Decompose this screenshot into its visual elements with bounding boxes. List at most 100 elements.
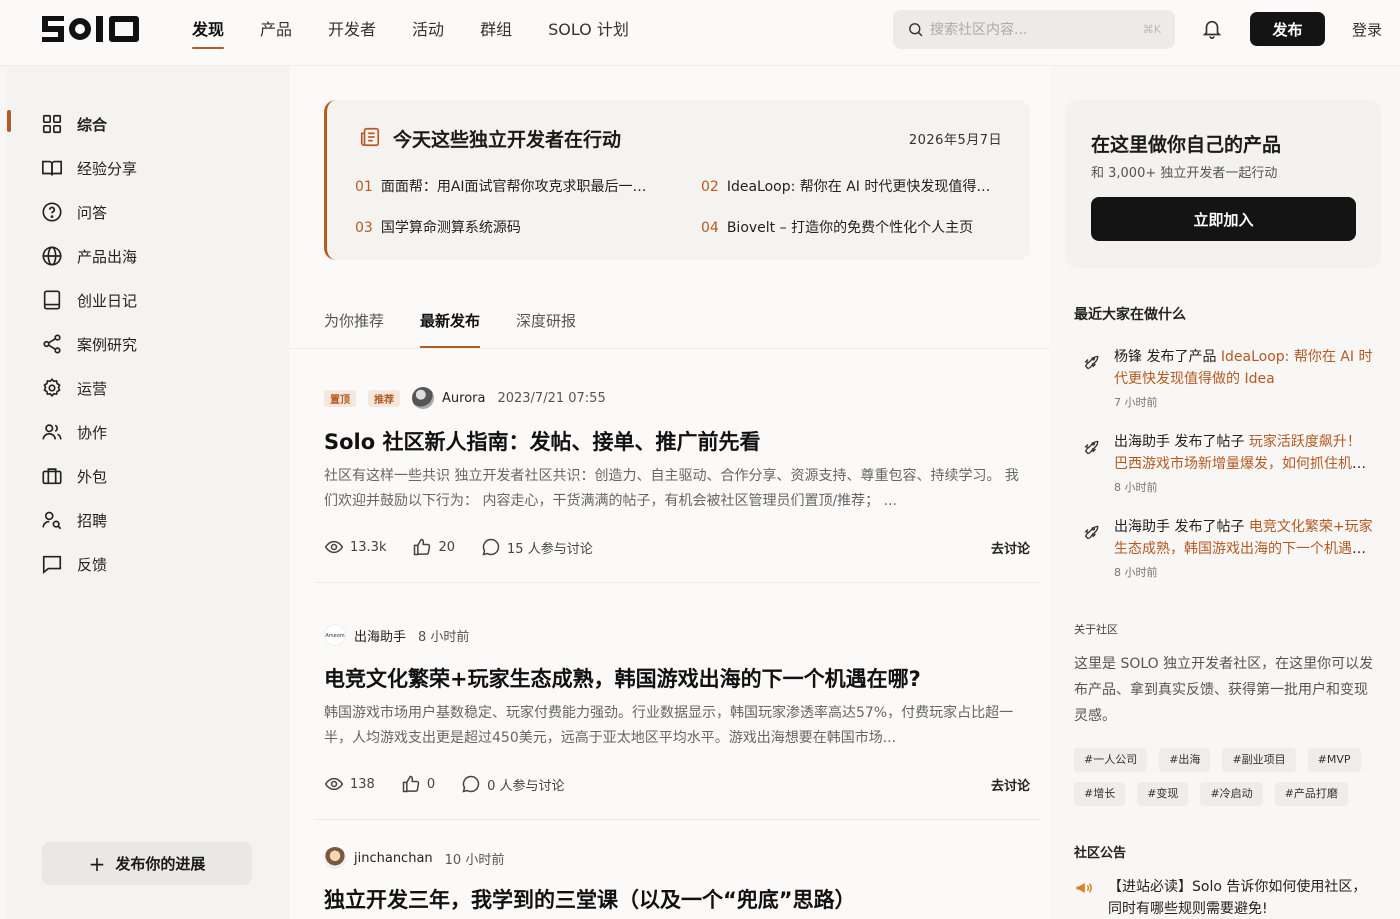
join-title: 在这里做你自己的产品 xyxy=(1091,134,1282,156)
avatar[interactable] xyxy=(324,847,346,869)
tag-chip[interactable]: #变现 xyxy=(1137,782,1189,806)
sidebar-item-diary[interactable]: 创业日记 xyxy=(41,278,137,322)
activity-text: 杨锋 发布了产品 IdeaLoop: 帮你在 AI 时代更快发现值得做的 Ide… xyxy=(1114,349,1373,387)
avatar[interactable] xyxy=(412,387,434,409)
briefcase-icon xyxy=(41,465,63,487)
post-meta: jinchanchan 10 小时前 xyxy=(324,846,1030,870)
highlights-date: 2026年5月7日 xyxy=(908,133,1002,148)
notice-item[interactable]: 【进站必读】Solo 告诉你如何使用社区，同时有哪些规则需要避免! xyxy=(1074,876,1374,919)
tag-chip[interactable]: #产品打磨 xyxy=(1274,782,1348,806)
daily-highlights-card: 今天这些独立开发者在行动 2026年5月7日 01 面面帮：用AI面试官帮你攻克求… xyxy=(324,100,1030,260)
nav-developers[interactable]: 开发者 xyxy=(328,0,376,66)
sidebar-item-label: 创业日记 xyxy=(77,291,138,310)
tag-chip[interactable]: #MVP xyxy=(1307,748,1361,772)
discuss-link[interactable]: 去讨论 xyxy=(991,775,1030,794)
publish-button[interactable]: 发布 xyxy=(1250,12,1325,46)
highlight-item[interactable]: 04 Biovelt – 打造你的免费个性化个人主页 xyxy=(701,217,1001,237)
join-button[interactable]: 立即加入 xyxy=(1091,197,1356,241)
nav-products[interactable]: 产品 xyxy=(260,0,292,66)
activity-item[interactable]: 杨锋 发布了产品 IdeaLoop: 帮你在 AI 时代更快发现值得做的 Ide… xyxy=(1074,346,1374,410)
search-input[interactable] xyxy=(930,21,1143,38)
tag-chip[interactable]: #一人公司 xyxy=(1074,748,1148,772)
sidebar-item-collab[interactable]: 协作 xyxy=(41,410,137,454)
main-feed: 今天这些独立开发者在行动 2026年5月7日 01 面面帮：用AI面试官帮你攻克求… xyxy=(290,66,1050,919)
sidebar-item-label: 招聘 xyxy=(77,511,108,530)
tab-recommended[interactable]: 为你推荐 xyxy=(324,310,384,348)
sidebar-item-global[interactable]: 产品出海 xyxy=(41,234,137,278)
avatar[interactable]: Ameom xyxy=(324,624,346,646)
globe-icon xyxy=(41,245,63,267)
sidebar-item-cases[interactable]: 案例研究 xyxy=(41,322,137,366)
activity-item[interactable]: 出海助手 发布了帖子 玩家活跃度飙升！巴西游戏市场新增量爆发，如何抓住机遇？ 8… xyxy=(1074,431,1374,495)
activity-time: 8 小时前 xyxy=(1114,481,1158,494)
post-author[interactable]: 出海助手 xyxy=(354,626,406,645)
tag-chip[interactable]: #增长 xyxy=(1074,782,1126,806)
highlight-item[interactable]: 02IdeaLoop: 帮你在 AI 时代更快发现值得做的 Idea xyxy=(701,176,1001,196)
nav-discover[interactable]: 发现 xyxy=(192,0,225,66)
post-card[interactable]: Ameom 出海助手 8 小时前 电竞文化繁荣+玩家生态成熟，韩国游戏出海的下一… xyxy=(324,623,1030,795)
tag-cloud: #一人公司 #出海 #副业项目 #MVP #增长 #变现 #冷启动 #产品打磨 xyxy=(1074,748,1374,806)
sidebar-item-feedback[interactable]: 反馈 xyxy=(41,542,137,586)
bell-icon[interactable] xyxy=(1201,18,1223,40)
likes-stat[interactable]: 0 xyxy=(401,774,435,794)
views-stat: 138 xyxy=(324,774,375,794)
rocket-icon xyxy=(1084,355,1099,370)
notebook-icon xyxy=(41,289,63,311)
post-title[interactable]: Solo 社区新人指南：发帖、接单、推广前先看 xyxy=(324,426,1030,456)
message-icon xyxy=(41,553,63,575)
comments-stat[interactable]: 15 人参与讨论 xyxy=(481,537,593,557)
sidebar-item-outsource[interactable]: 外包 xyxy=(41,454,137,498)
tag-chip[interactable]: #冷启动 xyxy=(1200,782,1263,806)
activity-text: 出海助手 发布了帖子 玩家活跃度飙升！巴西游戏市场新增量爆发，如何抓住机遇？ xyxy=(1114,431,1374,475)
post-title[interactable]: 电竞文化繁荣+玩家生态成熟，韩国游戏出海的下一个机遇在哪? xyxy=(324,663,1030,693)
search-box[interactable]: ⌘K xyxy=(893,10,1175,49)
sidebar-item-label: 协作 xyxy=(77,423,108,442)
post-author[interactable]: jinchanchan xyxy=(354,851,433,866)
sidebar-item-operations[interactable]: 运营 xyxy=(41,366,137,410)
activity-item[interactable]: 出海助手 发布了帖子 电竞文化繁荣+玩家生态成熟，韩国游戏出海的下一个机遇在哪?… xyxy=(1074,516,1374,580)
nav-groups[interactable]: 群组 xyxy=(480,0,512,66)
sidebar-item-label: 问答 xyxy=(77,203,108,222)
right-panel: 在这里做你自己的产品 和 3,000+ 独立开发者一起行动 立即加入 最近大家在… xyxy=(1050,66,1400,919)
featured-badge: 推荐 xyxy=(368,389,400,407)
nav-events[interactable]: 活动 xyxy=(412,0,444,66)
post-divider xyxy=(314,819,1040,820)
active-indicator xyxy=(7,110,11,132)
comments-stat[interactable]: 0 人参与讨论 xyxy=(461,774,565,794)
post-progress-button[interactable]: + 发布你的进展 xyxy=(42,842,252,885)
search-shortcut: ⌘K xyxy=(1142,23,1161,36)
nav-solo-plan[interactable]: SOLO 计划 xyxy=(548,0,629,66)
post-card[interactable]: 置顶 推荐 Aurora 2023/7/21 07:55 Solo 社区新人指南… xyxy=(324,386,1030,558)
likes-stat[interactable]: 20 xyxy=(412,537,455,557)
sidebar-item-hiring[interactable]: 招聘 xyxy=(41,498,137,542)
main-nav: 发现 产品 开发者 活动 群组 SOLO 计划 xyxy=(192,0,665,66)
post-time: 8 小时前 xyxy=(418,629,470,645)
top-header: 发现 产品 开发者 活动 群组 SOLO 计划 ⌘K 发布 登录 xyxy=(0,0,1400,66)
post-card[interactable]: jinchanchan 10 小时前 独立开发三年，我学到的三堂课（以及一个“兜… xyxy=(324,846,1030,914)
gear-icon xyxy=(41,377,63,399)
highlight-item[interactable]: 01 面面帮：用AI面试官帮你攻克求职最后一公里 xyxy=(355,176,655,196)
post-excerpt: 社区有这样一些共识 独立开发者社区共识：创造力、自主驱动、合作分享、资源支持、尊… xyxy=(324,468,1019,509)
discuss-link[interactable]: 去讨论 xyxy=(991,538,1030,557)
sidebar-item-general[interactable]: 综合 xyxy=(41,102,137,146)
sidebar-item-label: 反馈 xyxy=(77,555,108,574)
tag-chip[interactable]: #出海 xyxy=(1159,748,1211,772)
post-stats: 13.3k 20 15 人参与讨论 去讨论 xyxy=(324,536,1030,558)
solo-logo[interactable] xyxy=(42,14,142,44)
post-title[interactable]: 独立开发三年，我学到的三堂课（以及一个“兜底”思路） xyxy=(324,884,1030,914)
sidebar-item-qa[interactable]: 问答 xyxy=(41,190,137,234)
tag-chip[interactable]: #副业项目 xyxy=(1222,748,1296,772)
sidebar-item-label: 案例研究 xyxy=(77,335,138,354)
sidebar-item-experience[interactable]: 经验分享 xyxy=(41,146,137,190)
pinned-badge: 置顶 xyxy=(324,389,356,407)
post-author[interactable]: Aurora xyxy=(442,391,485,406)
left-sidebar: 综合 经验分享 问答 产品出海 创业日记 案例研究 运营 协作 外包 招聘 反馈… xyxy=(7,66,289,919)
highlight-item[interactable]: 03 国学算命测算系统源码 xyxy=(355,217,655,237)
tab-latest[interactable]: 最新发布 xyxy=(420,310,481,348)
login-link[interactable]: 登录 xyxy=(1352,19,1382,40)
search-icon xyxy=(909,23,923,37)
join-card: 在这里做你自己的产品 和 3,000+ 独立开发者一起行动 立即加入 xyxy=(1065,100,1381,268)
comment-icon xyxy=(462,775,480,793)
tab-research[interactable]: 深度研报 xyxy=(516,310,576,348)
post-progress-label: 发布你的进展 xyxy=(115,855,206,873)
